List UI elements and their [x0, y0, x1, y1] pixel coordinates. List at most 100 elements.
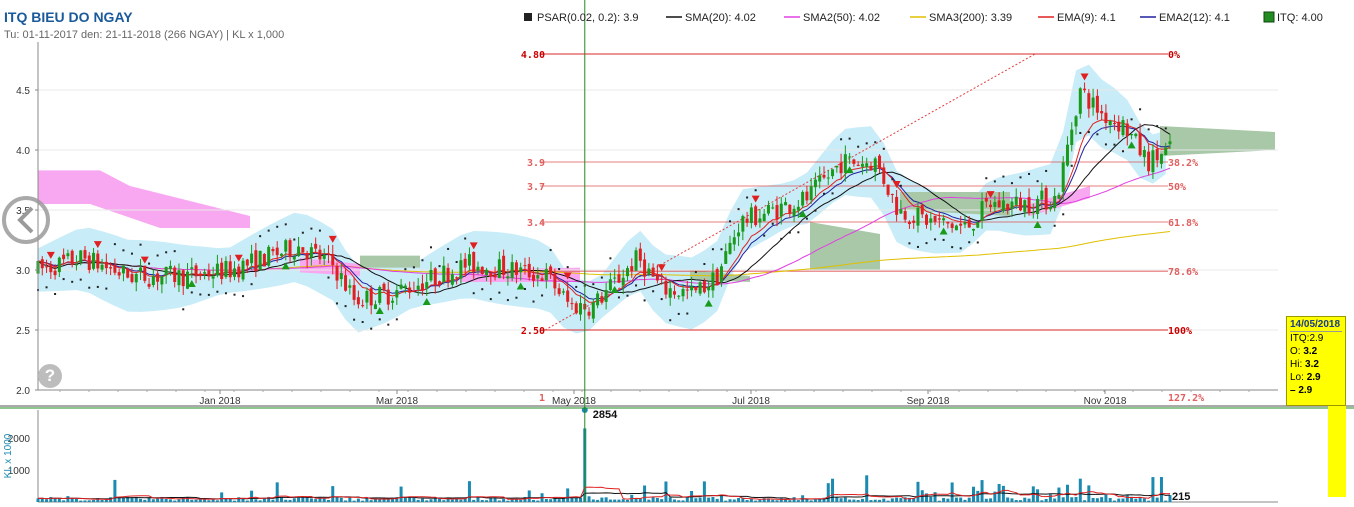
candle-body — [1014, 196, 1018, 205]
candle-body — [446, 267, 450, 283]
psar-dot — [71, 280, 74, 283]
volume-bar — [963, 499, 967, 502]
volume-bar — [702, 481, 706, 502]
help-icon[interactable]: ? — [38, 364, 62, 388]
candle-body — [527, 263, 531, 278]
candle-body — [1151, 150, 1155, 173]
candle-body — [258, 250, 262, 270]
volume-bar — [412, 497, 416, 502]
candle-body — [502, 255, 506, 276]
candle-body — [604, 290, 608, 302]
candle-body — [566, 290, 570, 302]
volume-bar — [139, 498, 143, 502]
candle-body — [899, 209, 903, 214]
candle-body — [895, 196, 899, 215]
candle-body — [865, 163, 869, 168]
candle-body — [715, 269, 719, 286]
candle-body — [267, 246, 271, 266]
legend-label-3: SMA3(200): 3.39 — [929, 12, 1012, 24]
psar-dot — [1113, 143, 1116, 146]
psar-dot — [489, 298, 492, 301]
candle-body — [365, 290, 369, 303]
volume-bar — [1108, 498, 1112, 502]
volume-bar — [1164, 500, 1168, 502]
candle-body — [728, 242, 732, 254]
candle-body — [660, 278, 664, 280]
psar-dot — [652, 290, 655, 293]
candle-body — [510, 262, 514, 279]
candle-body — [356, 297, 360, 305]
psar-dot — [780, 237, 783, 240]
cloud-pink-left — [38, 170, 250, 228]
candle-body — [826, 177, 830, 179]
zoom-magnifier-icon[interactable] — [0, 192, 56, 248]
candle-body — [416, 285, 420, 290]
candle-body — [224, 260, 228, 278]
psar-dot — [88, 286, 91, 289]
candle-body — [942, 218, 946, 221]
candle-body — [613, 277, 617, 279]
legend-label-1: SMA(20): 4.02 — [685, 12, 756, 24]
candle-body — [536, 275, 540, 279]
candle-body — [53, 270, 57, 276]
volume-bar — [848, 499, 852, 502]
volume-bar — [566, 488, 570, 502]
candle-body — [1040, 190, 1044, 200]
candle-body — [805, 191, 809, 201]
psar-dot — [805, 217, 808, 220]
psar-dot — [985, 177, 988, 180]
candle-body — [1001, 200, 1005, 211]
psar-dot — [865, 142, 868, 145]
fib-pct-label-0: 0% — [1168, 50, 1180, 61]
candle-body — [818, 175, 822, 182]
candle-body — [181, 270, 185, 287]
candle-body — [74, 264, 78, 266]
volume-bar — [186, 497, 190, 502]
volume-bar — [79, 500, 83, 502]
psar-dot — [737, 208, 740, 211]
volume-bar — [775, 500, 779, 502]
volume-bar — [771, 499, 775, 502]
psar-dot — [976, 241, 979, 244]
candle-body — [117, 272, 121, 276]
candle-body — [557, 288, 561, 295]
volume-bar — [164, 498, 168, 502]
volume-bar — [591, 499, 595, 502]
tooltip-date: 14/05/2018 — [1290, 319, 1342, 332]
candle-body — [719, 266, 723, 282]
volume-bar — [369, 500, 373, 502]
candle-body — [292, 256, 296, 260]
candle-body — [929, 218, 933, 223]
volume-bar — [1074, 496, 1078, 502]
psar-dot — [378, 318, 381, 321]
candle-body — [1168, 141, 1172, 145]
candle-body — [1164, 147, 1168, 156]
candle-body — [420, 283, 424, 291]
volume-bar — [1125, 494, 1129, 502]
volume-bar — [574, 497, 578, 502]
candle-body — [634, 250, 638, 271]
psar-dot — [566, 266, 569, 269]
volume-bar — [865, 475, 869, 502]
psar-dot — [276, 225, 279, 228]
candle-body — [835, 165, 839, 168]
volume-bar — [326, 499, 330, 502]
stock-chart[interactable]: 4.80 0% 3.9 38.2% 3.7 50% 3.4 61.8% 78.6% 2.50 100… — [0, 0, 1354, 507]
psar-dot — [822, 192, 825, 195]
psar-dot — [387, 323, 390, 326]
psar-dot — [925, 242, 928, 245]
psar-dot — [1079, 132, 1082, 135]
volume-bar — [946, 498, 950, 502]
psar-dot — [250, 283, 253, 286]
volume-bar — [66, 496, 70, 502]
psar-dot — [438, 265, 441, 268]
candle-body — [433, 268, 437, 285]
candle-body — [732, 237, 736, 245]
candle-body — [326, 253, 330, 255]
candle-body — [476, 266, 480, 271]
volume-bar — [651, 497, 655, 502]
volume-bar — [1027, 498, 1031, 502]
candle-body — [523, 265, 527, 267]
psar-dot — [934, 238, 937, 241]
volume-bar — [980, 480, 984, 502]
